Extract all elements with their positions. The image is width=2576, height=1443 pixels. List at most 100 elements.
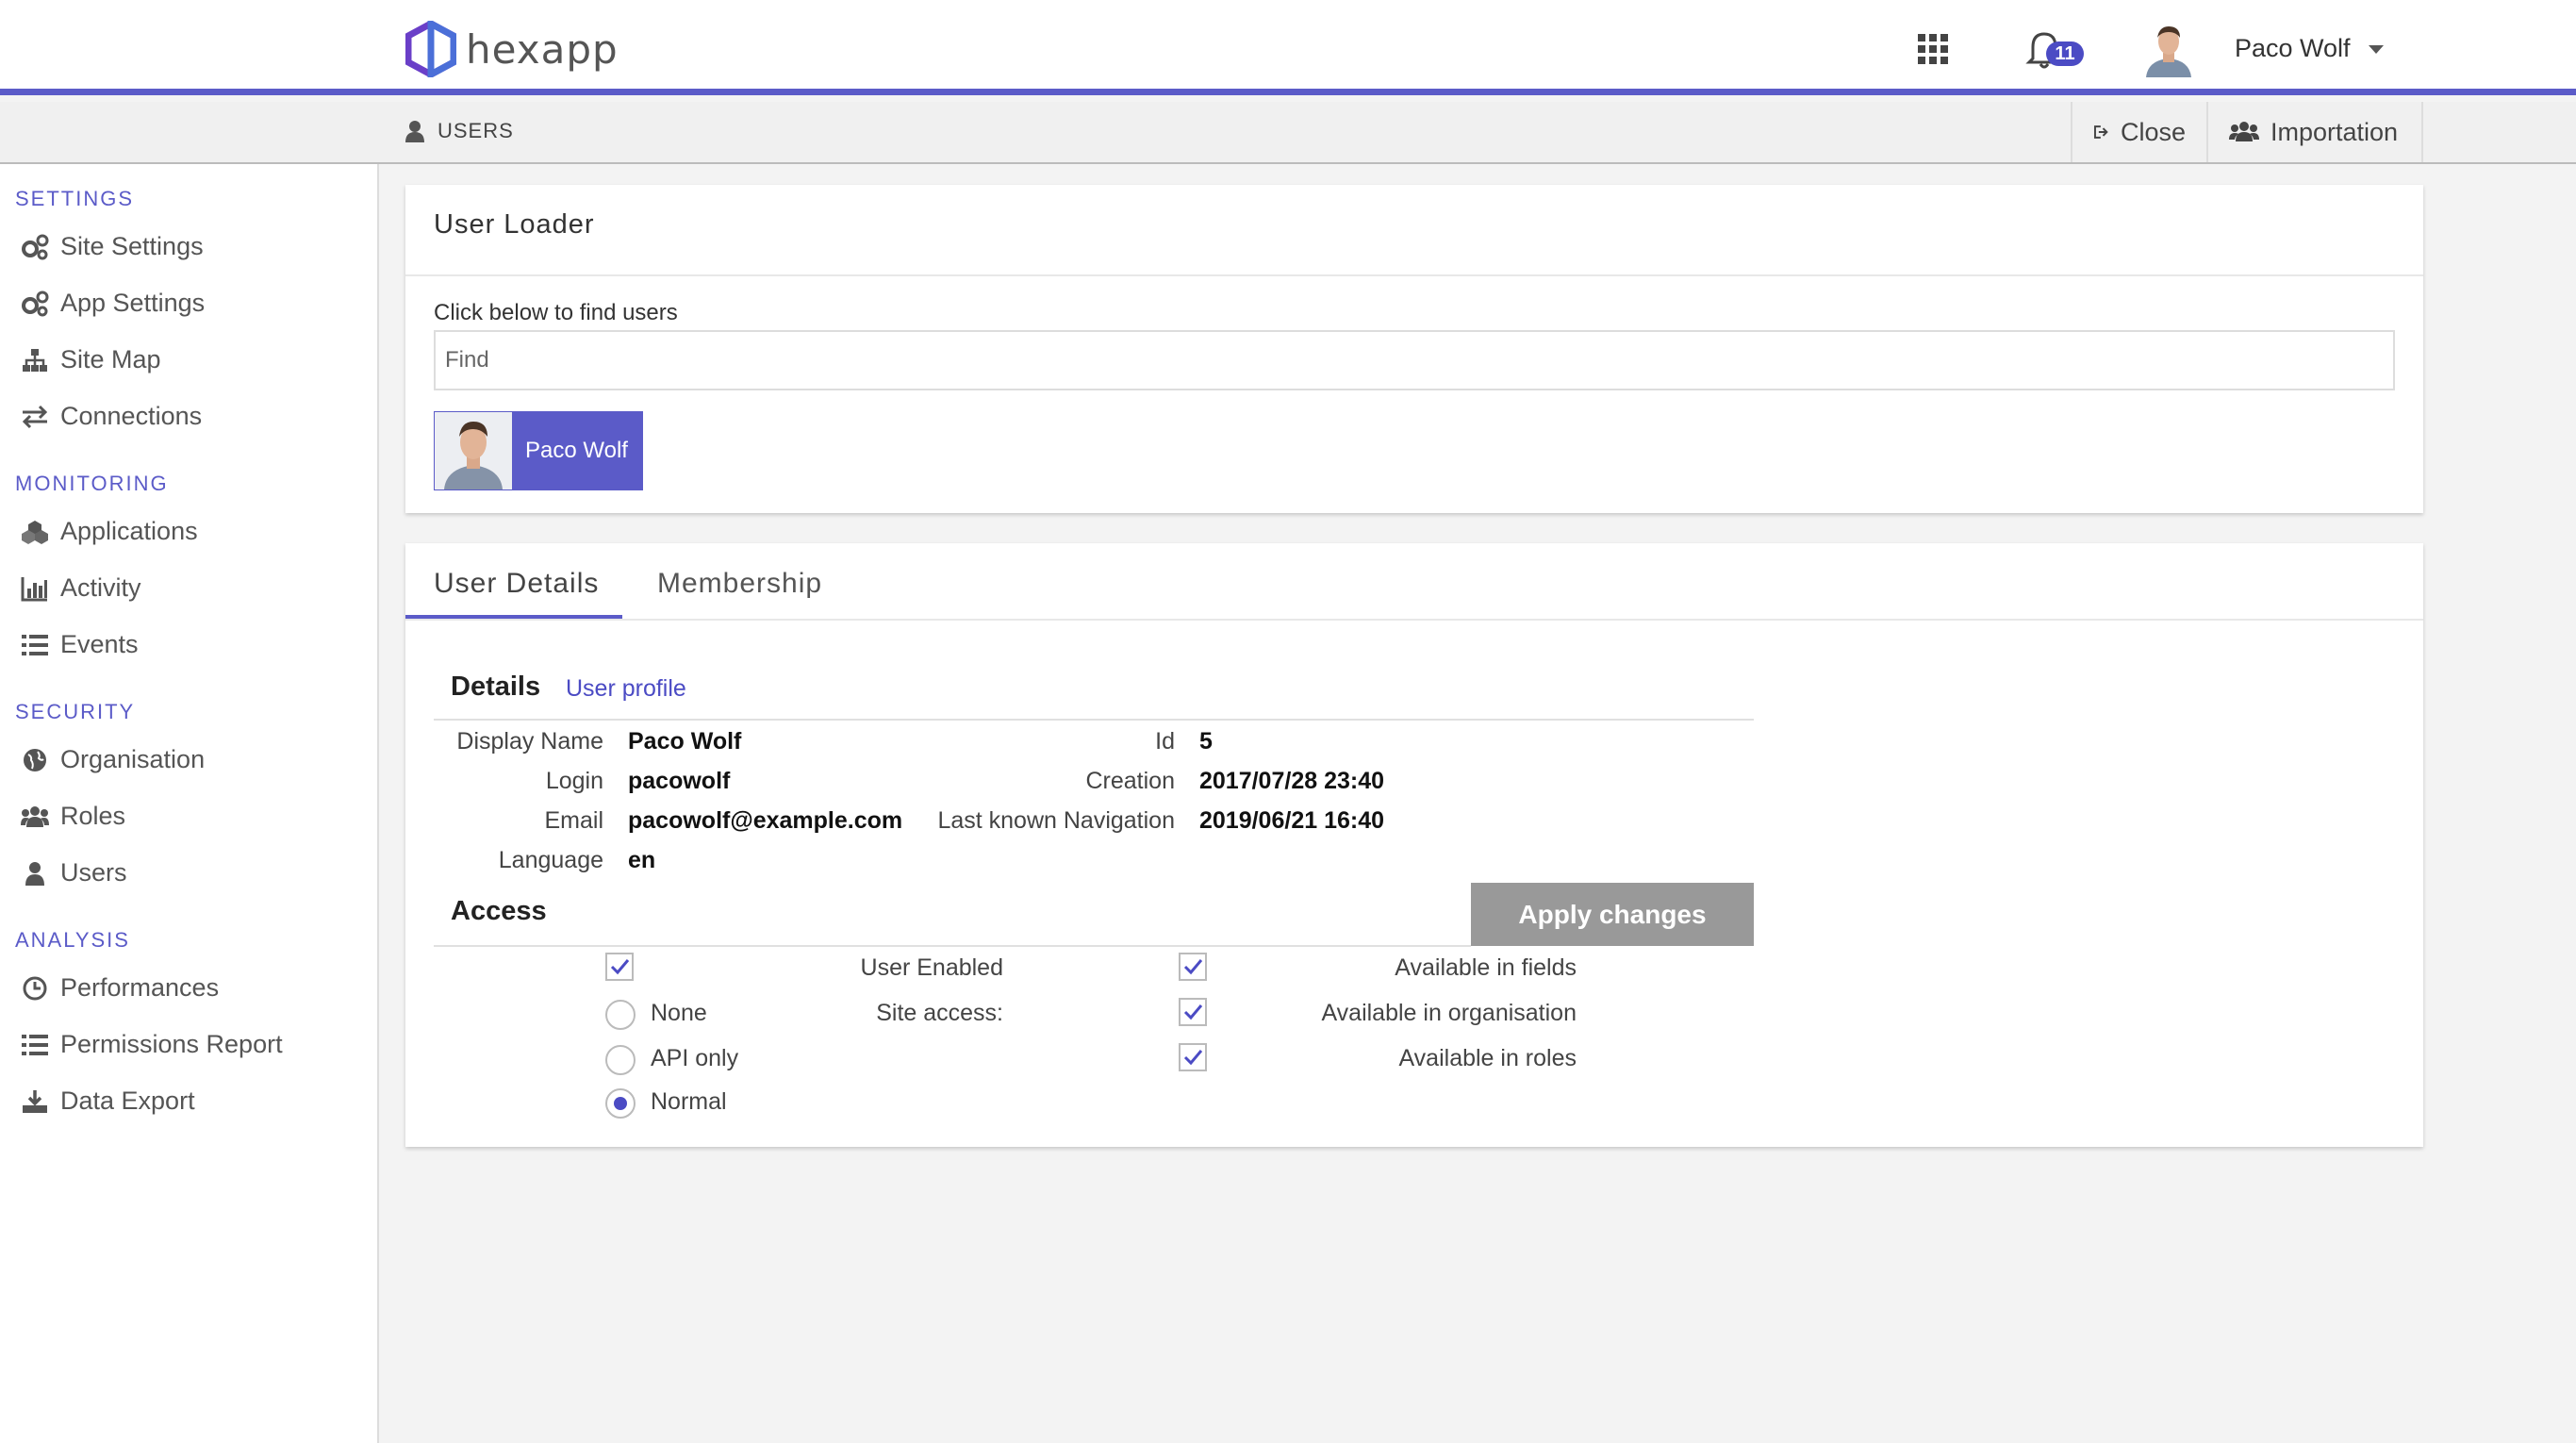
language-value: en bbox=[628, 847, 656, 873]
user-details-panel: User Details Membership Details User pro… bbox=[405, 543, 2423, 1147]
id-value: 5 bbox=[1199, 728, 1213, 755]
download-icon bbox=[23, 1089, 47, 1113]
sidebar-item-label: Site Map bbox=[60, 345, 161, 373]
sidebar-item-label: Connections bbox=[60, 402, 203, 430]
close-button[interactable]: Close bbox=[2071, 102, 2206, 162]
details-heading: Details bbox=[451, 672, 541, 702]
panel-title: User Loader bbox=[434, 209, 595, 240]
display-name-label: Display Name bbox=[456, 728, 603, 755]
notification-badge[interactable]: 11 bbox=[2046, 41, 2084, 66]
sidebar-item-label: Data Export bbox=[60, 1086, 195, 1115]
selected-user-name: Paco Wolf bbox=[525, 438, 628, 463]
sidebar-item-label: Roles bbox=[60, 802, 126, 830]
app-logo[interactable]: hexapp bbox=[405, 21, 619, 77]
sidebar-item-activity[interactable]: Activity bbox=[21, 573, 141, 603]
access-heading: Access bbox=[451, 896, 547, 926]
sidebar-item-site-map[interactable]: Site Map bbox=[21, 345, 161, 374]
site-access-label: Site access: bbox=[876, 1000, 1003, 1026]
page-title: USERS bbox=[405, 119, 514, 143]
user-enabled-label: User Enabled bbox=[860, 954, 1003, 981]
apply-changes-button[interactable]: Apply changes bbox=[1471, 883, 1754, 946]
divider bbox=[434, 945, 1471, 947]
user-avatar bbox=[435, 412, 512, 489]
sidebar-item-label: Organisation bbox=[60, 745, 206, 773]
find-users-input[interactable] bbox=[434, 330, 2395, 390]
available-organisation-label: Available in organisation bbox=[1321, 1000, 1577, 1026]
sidebar-item-label: Performances bbox=[60, 973, 220, 1002]
close-button-label: Close bbox=[2120, 117, 2186, 146]
last-navigation-label: Last known Navigation bbox=[937, 807, 1175, 834]
login-label: Login bbox=[545, 768, 603, 794]
login-value: pacowolf bbox=[628, 768, 731, 794]
available-roles-checkbox[interactable] bbox=[1179, 1043, 1207, 1071]
sidebar: SETTINGS Site Settings App Settings Site… bbox=[0, 164, 379, 1443]
find-hint: Click below to find users bbox=[434, 300, 678, 325]
id-label: Id bbox=[1155, 728, 1175, 755]
site-access-normal-label: Normal bbox=[651, 1088, 727, 1115]
sidebar-item-site-settings[interactable]: Site Settings bbox=[21, 232, 204, 261]
email-label: Email bbox=[544, 807, 603, 834]
user-loader-panel: User Loader Click below to find users Pa… bbox=[405, 185, 2423, 513]
sidebar-item-applications[interactable]: Applications bbox=[21, 517, 198, 546]
sidebar-item-label: Site Settings bbox=[60, 232, 204, 260]
site-access-api-label: API only bbox=[651, 1045, 739, 1071]
sign-out-icon bbox=[2093, 125, 2108, 139]
tab-user-details[interactable]: User Details bbox=[434, 568, 599, 600]
bar-chart-icon bbox=[21, 576, 47, 601]
available-organisation-checkbox[interactable] bbox=[1179, 998, 1207, 1026]
user-profile-link[interactable]: User profile bbox=[566, 675, 686, 703]
sidebar-item-label: Users bbox=[60, 858, 127, 887]
tab-membership[interactable]: Membership bbox=[657, 568, 822, 600]
exchange-icon bbox=[22, 405, 48, 428]
header-user-name[interactable]: Paco Wolf bbox=[2235, 34, 2351, 63]
site-access-none-radio[interactable] bbox=[605, 1000, 636, 1030]
user-enabled-checkbox[interactable] bbox=[605, 953, 634, 981]
user-icon bbox=[25, 861, 44, 886]
globe-icon bbox=[24, 748, 46, 771]
sidebar-heading-monitoring: MONITORING bbox=[15, 472, 169, 495]
sidebar-item-users[interactable]: Users bbox=[21, 858, 127, 887]
available-roles-label: Available in roles bbox=[1398, 1045, 1577, 1071]
chevron-down-icon[interactable] bbox=[2369, 45, 2384, 54]
email-value: pacowolf@example.com bbox=[628, 807, 903, 834]
users-icon bbox=[2229, 122, 2259, 141]
sitemap-icon bbox=[23, 348, 47, 372]
cogs-icon bbox=[22, 234, 49, 259]
available-fields-label: Available in fields bbox=[1395, 954, 1577, 981]
sidebar-item-label: Events bbox=[60, 630, 139, 658]
divider bbox=[405, 619, 2423, 621]
display-name-value: Paco Wolf bbox=[628, 728, 742, 755]
selected-user-chip[interactable]: Paco Wolf bbox=[434, 411, 643, 490]
last-navigation-value: 2019/06/21 16:40 bbox=[1199, 807, 1385, 834]
users-icon bbox=[21, 805, 49, 827]
list-icon bbox=[22, 634, 48, 655]
site-access-api-radio[interactable] bbox=[605, 1045, 636, 1075]
site-access-normal-radio[interactable] bbox=[605, 1088, 636, 1119]
available-fields-checkbox[interactable] bbox=[1179, 953, 1207, 981]
sidebar-item-app-settings[interactable]: App Settings bbox=[21, 289, 205, 318]
language-label: Language bbox=[498, 847, 603, 873]
hexagon-logo-icon bbox=[405, 21, 456, 77]
user-avatar[interactable] bbox=[2140, 21, 2197, 77]
sidebar-item-permissions-report[interactable]: Permissions Report bbox=[21, 1030, 283, 1059]
sidebar-item-data-export[interactable]: Data Export bbox=[21, 1086, 195, 1116]
importation-button[interactable]: Importation bbox=[2206, 102, 2423, 162]
sidebar-item-performances[interactable]: Performances bbox=[21, 973, 219, 1003]
sidebar-item-events[interactable]: Events bbox=[21, 630, 139, 659]
importation-button-label: Importation bbox=[2271, 117, 2399, 146]
app-logo-text: hexapp bbox=[466, 25, 619, 73]
sub-toolbar: USERS Close Importation bbox=[0, 102, 2576, 164]
list-icon bbox=[22, 1034, 48, 1055]
sidebar-item-organisation[interactable]: Organisation bbox=[21, 745, 205, 774]
sidebar-item-label: App Settings bbox=[60, 289, 206, 317]
apps-grid-icon[interactable] bbox=[1918, 34, 1948, 64]
cogs-icon bbox=[22, 290, 49, 316]
sidebar-heading-security: SECURITY bbox=[15, 700, 136, 723]
site-access-none-label: None bbox=[651, 1000, 707, 1026]
sidebar-item-connections[interactable]: Connections bbox=[21, 402, 202, 431]
sidebar-heading-settings: SETTINGS bbox=[15, 187, 135, 210]
sidebar-item-roles[interactable]: Roles bbox=[21, 802, 125, 831]
sidebar-item-label: Applications bbox=[60, 517, 198, 545]
page-title-text: USERS bbox=[438, 119, 514, 142]
divider bbox=[405, 274, 2423, 276]
